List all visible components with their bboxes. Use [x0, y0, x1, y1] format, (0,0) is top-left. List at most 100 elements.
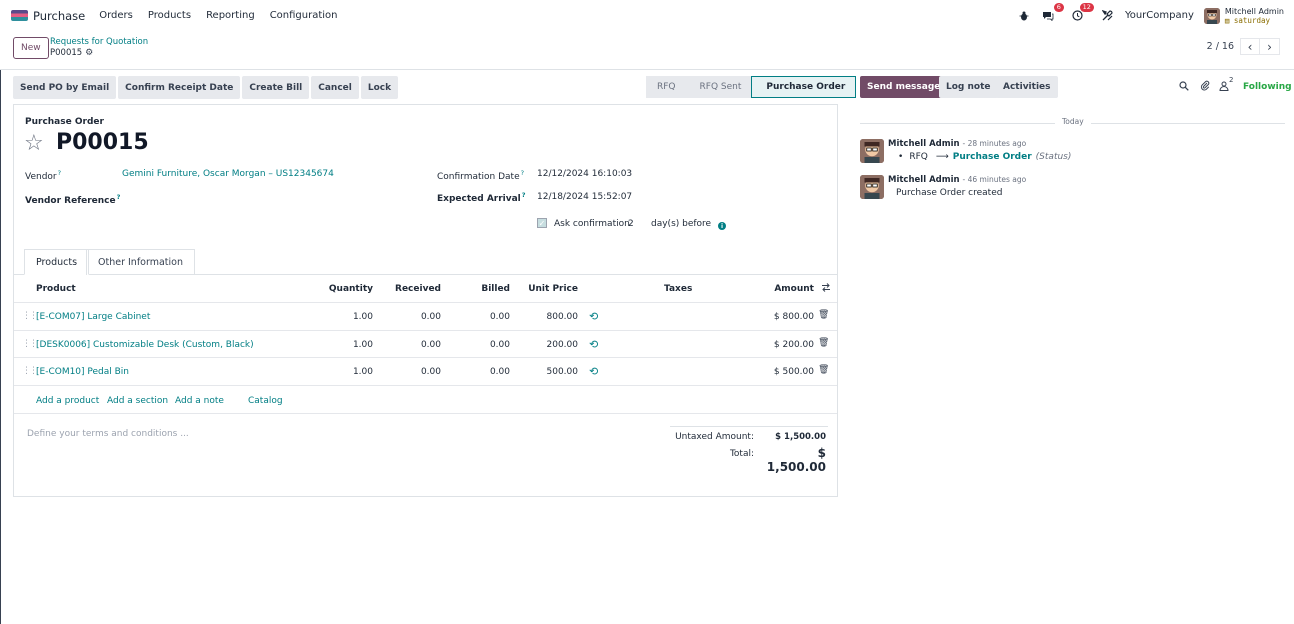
window-edge: [0, 70, 1, 624]
bug-icon[interactable]: [1015, 7, 1033, 25]
tracking-field-name: (Status): [1035, 152, 1072, 162]
status-rfq[interactable]: RFQ: [646, 76, 686, 98]
history-icon[interactable]: ⟲: [589, 365, 598, 378]
add-note-link[interactable]: Add a note: [175, 396, 224, 406]
quantity-cell[interactable]: 1.00: [313, 312, 373, 322]
product-cell[interactable]: [E-COM10] Pedal Bin: [36, 367, 129, 377]
paperclip-icon[interactable]: [1200, 80, 1210, 94]
message-author-name[interactable]: Mitchell Admin: [888, 139, 960, 149]
message-author[interactable]: Mitchell Admin - 28 minutes ago: [888, 139, 1026, 149]
message-author-name[interactable]: Mitchell Admin: [888, 175, 960, 185]
quantity-cell[interactable]: 1.00: [313, 367, 373, 377]
cancel-button[interactable]: Cancel: [311, 76, 359, 99]
vendor-field[interactable]: Gemini Furniture, Oscar Morgan – US12345…: [122, 169, 334, 179]
company-name[interactable]: YourCompany: [1125, 10, 1194, 21]
unit-price-cell[interactable]: 500.00: [518, 367, 579, 377]
send-message-button[interactable]: Send message: [860, 76, 948, 98]
quantity-cell[interactable]: 1.00: [313, 340, 373, 350]
menu-orders[interactable]: Orders: [99, 10, 133, 21]
create-bill-button[interactable]: Create Bill: [242, 76, 310, 99]
add-section-link[interactable]: Add a section: [107, 396, 168, 406]
catalog-link[interactable]: Catalog: [248, 396, 283, 406]
confirmation-date-help-icon[interactable]: ?: [521, 169, 524, 177]
vendor-help-icon[interactable]: ?: [58, 169, 61, 177]
activities-clock-icon[interactable]: 12: [1069, 2, 1094, 25]
trash-icon[interactable]: 🗑: [818, 310, 829, 320]
optional-columns-icon[interactable]: [821, 283, 831, 295]
product-cell[interactable]: [E-COM07] Large Cabinet: [36, 312, 150, 322]
table-row[interactable]: ⋮⋮ [E-COM10] Pedal Bin 1.00 0.00 0.00 50…: [14, 357, 837, 384]
column-amount[interactable]: Amount: [754, 284, 814, 294]
add-product-link[interactable]: Add a product: [36, 396, 99, 406]
vendor-label-text: Vendor: [25, 172, 57, 182]
tab-other-information[interactable]: Other Information: [86, 249, 195, 275]
user-avatar[interactable]: [1203, 7, 1220, 24]
unit-price-cell[interactable]: 200.00: [518, 340, 579, 350]
message-author[interactable]: Mitchell Admin - 46 minutes ago: [888, 175, 1026, 185]
trash-icon[interactable]: 🗑: [818, 365, 829, 375]
history-icon[interactable]: ⟲: [589, 310, 598, 323]
column-received[interactable]: Received: [381, 284, 441, 294]
new-button[interactable]: New: [13, 37, 49, 59]
page-title: P00015: [56, 130, 149, 155]
app-menu-icon[interactable]: [11, 10, 28, 21]
received-cell[interactable]: 0.00: [381, 312, 441, 322]
send-po-by-email-button[interactable]: Send PO by Email: [13, 76, 117, 99]
billed-cell[interactable]: 0.00: [450, 340, 510, 350]
menu-reporting[interactable]: Reporting: [206, 10, 255, 21]
expected-arrival-label-text: Expected Arrival: [437, 194, 521, 204]
followers-icon[interactable]: 2: [1219, 76, 1233, 94]
star-icon[interactable]: ☆: [24, 131, 44, 156]
log-note-button[interactable]: Log note: [939, 76, 998, 98]
gear-icon[interactable]: ⚙: [85, 48, 93, 58]
table-row[interactable]: ⋮⋮ [E-COM07] Large Cabinet 1.00 0.00 0.0…: [14, 302, 837, 329]
lock-button[interactable]: Lock: [360, 76, 399, 99]
info-icon[interactable]: i: [718, 222, 726, 230]
messages-icon[interactable]: 6: [1039, 2, 1064, 25]
trash-icon[interactable]: 🗑: [818, 338, 829, 348]
ask-confirmation-label: Ask confirmation: [554, 219, 630, 229]
drag-handle-icon[interactable]: ⋮⋮: [22, 366, 38, 376]
search-icon[interactable]: [1179, 80, 1189, 94]
avatar[interactable]: [860, 175, 884, 199]
vendor-reference-help-icon[interactable]: ?: [117, 193, 121, 201]
following-button[interactable]: Following: [1243, 82, 1292, 92]
confirmation-date-field[interactable]: 12/12/2024 16:10:03: [537, 169, 632, 179]
column-unit-price[interactable]: Unit Price: [518, 284, 578, 294]
pager-value[interactable]: 2 / 16: [1207, 41, 1234, 52]
received-cell[interactable]: 0.00: [381, 367, 441, 377]
menu-configuration[interactable]: Configuration: [270, 10, 338, 21]
ask-confirmation-days-input[interactable]: 2: [628, 219, 634, 229]
history-icon[interactable]: ⟲: [589, 338, 598, 351]
table-row[interactable]: ⋮⋮ [DESK0006] Customizable Desk (Custom,…: [14, 330, 837, 357]
amount-cell: $ 800.00: [773, 312, 814, 322]
status-purchase-order[interactable]: Purchase Order: [751, 76, 857, 98]
avatar[interactable]: [860, 139, 884, 163]
terms-conditions-field[interactable]: Define your terms and conditions ...: [27, 429, 189, 439]
column-taxes[interactable]: Taxes: [664, 284, 692, 294]
billed-cell[interactable]: 0.00: [450, 312, 510, 322]
status-rfq-sent[interactable]: RFQ Sent: [685, 76, 752, 98]
column-product[interactable]: Product: [36, 284, 76, 294]
menu-products[interactable]: Products: [148, 10, 191, 21]
ask-confirmation-checkbox[interactable]: ✓: [537, 218, 547, 228]
column-billed[interactable]: Billed: [450, 284, 510, 294]
activities-button[interactable]: Activities: [996, 76, 1058, 98]
expected-arrival-field[interactable]: 12/18/2024 15:52:07: [537, 192, 632, 202]
drag-handle-icon[interactable]: ⋮⋮: [22, 339, 38, 349]
column-quantity[interactable]: Quantity: [313, 284, 373, 294]
tab-products[interactable]: Products: [24, 249, 90, 275]
received-cell[interactable]: 0.00: [381, 340, 441, 350]
expected-arrival-help-icon[interactable]: ?: [522, 191, 526, 199]
unit-price-cell[interactable]: 800.00: [518, 312, 579, 322]
chevron-right-icon[interactable]: ›: [1260, 38, 1280, 55]
company-tools-icon[interactable]: [1099, 7, 1117, 25]
user-menu[interactable]: Mitchell Admin ▤ saturday: [1225, 7, 1284, 25]
confirm-receipt-date-button[interactable]: Confirm Receipt Date: [118, 76, 241, 99]
drag-handle-icon[interactable]: ⋮⋮: [22, 311, 38, 321]
app-name[interactable]: Purchase: [33, 9, 85, 23]
billed-cell[interactable]: 0.00: [450, 367, 510, 377]
breadcrumb-requests-for-quotation[interactable]: Requests for Quotation: [50, 37, 148, 47]
chevron-left-icon[interactable]: ‹: [1240, 38, 1260, 55]
product-cell[interactable]: [DESK0006] Customizable Desk (Custom, Bl…: [36, 340, 254, 350]
